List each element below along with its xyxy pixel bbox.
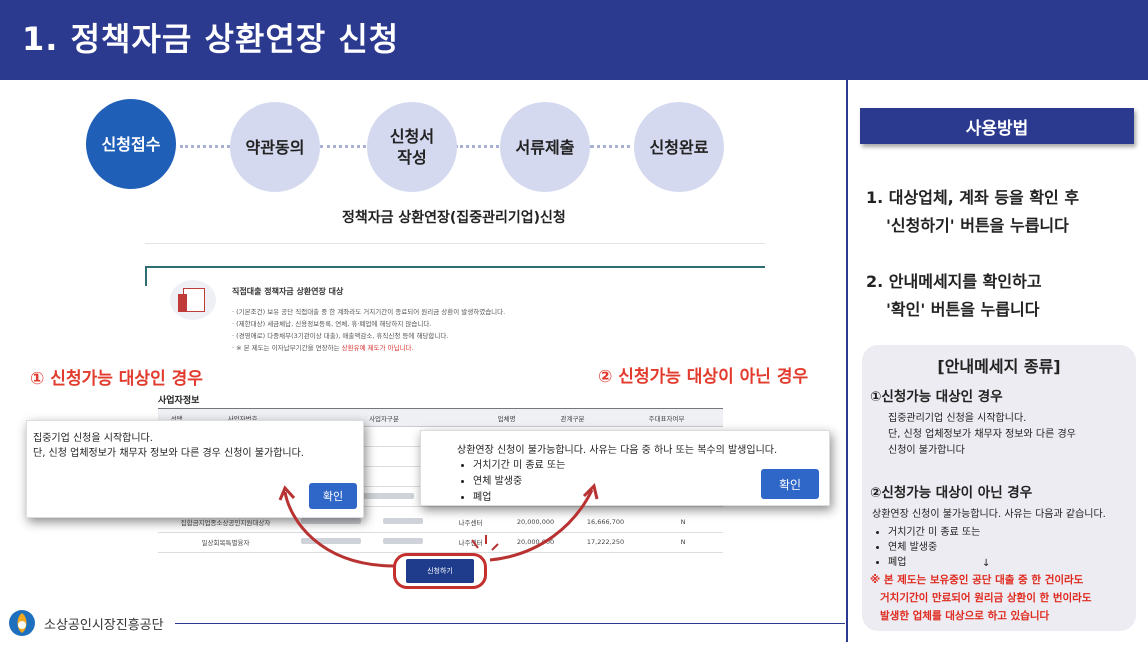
down-arrow-icon: ↓ [982, 558, 991, 569]
arrow-to-ineligible-popup [489, 489, 594, 562]
org-name: 소상공인시장진흥공단 [44, 618, 164, 633]
usage-step-2-cont: '확인' 버튼을 누릅니다 [886, 300, 1040, 319]
message-types-box: [안내메세지 종류] ①신청가능 대상인 경우 집중관리기업 신청을 시작합니다… [862, 345, 1136, 631]
case-eligible-text: 집중관리기업 신청을 시작합니다. 단, 신청 업체정보가 채무자 정보와 다른… [888, 413, 1076, 456]
click-burst-icon [471, 535, 499, 551]
usage-step-1-cont: '신청하기' 버튼을 누릅니다 [886, 216, 1069, 235]
apply-button[interactable]: 신청하기 [406, 559, 474, 583]
callout-arrows [278, 483, 599, 568]
policy-note: ※ 본 제도는 보유중인 공단 대출 중 한 건이라도 거치기간이 만료되어 원… [870, 574, 1092, 622]
footer-line [175, 623, 845, 624]
message-types-title: [안내메세지 종류] [937, 357, 1061, 376]
case-ineligible-subtitle: ②신청가능 대상이 아닌 경우 [870, 485, 1033, 501]
usage-step-2: 2. 안내메세지를 확인하고 [866, 272, 1042, 291]
usage-header: 사용방법 [860, 108, 1134, 144]
org-logo-icon [9, 610, 35, 636]
usage-step-1: 1. 대상업체, 계좌 등을 확인 후 [866, 188, 1080, 207]
case-ineligible-reasons: 거치기간 미 종료 또는 연체 발생중 폐업 [888, 525, 980, 570]
case-ineligible-text: 상환연장 신청이 불가능합니다. 사유는 다음과 같습니다. [872, 509, 1106, 520]
arrow-to-eligible-popup [283, 491, 396, 568]
case-eligible-subtitle: ①신청가능 대상인 경우 [870, 389, 1003, 405]
